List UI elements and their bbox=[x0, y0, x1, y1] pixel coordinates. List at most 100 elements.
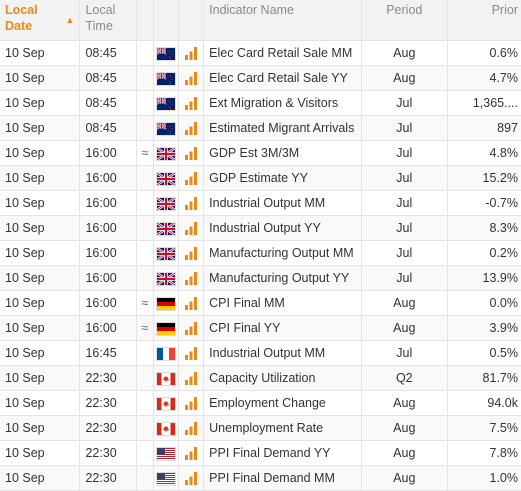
approx-icon: ≈ bbox=[136, 315, 154, 341]
row-indicator-name[interactable]: Elec Card Retail Sale MM bbox=[203, 40, 363, 66]
flag-us-icon bbox=[156, 447, 175, 460]
row-time: 16:00 bbox=[79, 290, 137, 316]
table-row[interactable]: 10 Sep 16:00 ≈ CPI Final MM Aug 0.0% bbox=[0, 290, 521, 316]
flag-uk-icon bbox=[156, 171, 176, 186]
row-indicator-name[interactable]: Elec Card Retail Sale YY bbox=[203, 65, 363, 91]
row-indicator-name[interactable]: Industrial Output MM bbox=[203, 340, 363, 366]
approx-icon bbox=[136, 165, 154, 191]
flag-nz-icon bbox=[156, 97, 175, 110]
row-indicator-name[interactable]: PPI Final Demand YY bbox=[203, 440, 363, 466]
row-time: 22:30 bbox=[79, 465, 137, 491]
row-country-cell bbox=[153, 290, 180, 316]
importance-bars-icon bbox=[185, 46, 198, 61]
table-row[interactable]: 10 Sep 22:30 Unemployment Rate Aug 7.5% bbox=[0, 415, 521, 441]
flag-ca-icon bbox=[156, 422, 175, 435]
importance-bars-icon bbox=[185, 371, 198, 386]
sort-desc-icon[interactable]: ▲ bbox=[66, 12, 75, 28]
row-indicator-name[interactable]: GDP Estimate YY bbox=[203, 165, 363, 191]
table-row[interactable]: 10 Sep 08:45 Elec Card Retail Sale MM Aug 0.… bbox=[0, 40, 521, 66]
importance-bars-icon bbox=[185, 471, 198, 486]
row-period: Jul bbox=[361, 90, 448, 116]
table-row[interactable]: 10 Sep 22:30 Employment Change Aug 94.0k bbox=[0, 390, 521, 416]
importance-bars-icon bbox=[185, 146, 198, 161]
approx-icon bbox=[136, 390, 154, 416]
row-indicator-name[interactable]: Capacity Utilization bbox=[203, 365, 363, 391]
row-time: 08:45 bbox=[79, 90, 137, 116]
row-indicator-name[interactable]: Manufacturing Output MM bbox=[203, 240, 363, 266]
flag-ca-icon bbox=[156, 372, 175, 385]
table-row[interactable]: 10 Sep 08:45 Estimated Migrant Arrivals Jul… bbox=[0, 115, 521, 141]
row-date: 10 Sep bbox=[0, 315, 81, 341]
table-row[interactable]: 10 Sep 16:00 Industrial Output YY Jul 8.3% bbox=[0, 215, 521, 241]
row-country-cell bbox=[153, 215, 180, 241]
importance-bars-icon bbox=[185, 121, 198, 136]
table-row[interactable]: 10 Sep 16:00 Manufacturing Output MM Jul 0.2… bbox=[0, 240, 521, 266]
row-indicator-name[interactable]: Industrial Output YY bbox=[203, 215, 363, 241]
row-indicator-name[interactable]: Industrial Output MM bbox=[203, 190, 363, 216]
table-row[interactable]: 10 Sep 16:00 ≈ GDP Est 3M/3M Jul 4.8% bbox=[0, 140, 521, 166]
importance-bars-icon bbox=[185, 96, 198, 111]
row-date: 10 Sep bbox=[0, 90, 81, 116]
row-importance-cell bbox=[178, 240, 205, 266]
column-header-indicator-name-label: Indicator Name bbox=[209, 3, 294, 17]
row-period: Aug bbox=[361, 315, 448, 341]
approx-icon bbox=[136, 415, 154, 441]
column-header-local-time[interactable]: Local Time bbox=[79, 0, 137, 41]
row-time: 16:00 bbox=[79, 315, 137, 341]
row-country-cell bbox=[153, 115, 180, 141]
column-header-period[interactable]: Period bbox=[361, 0, 448, 41]
row-period: Aug bbox=[361, 290, 448, 316]
row-indicator-name[interactable]: GDP Est 3M/3M bbox=[203, 140, 363, 166]
header-row: ▲ Local Date Local Time Indicator Name P… bbox=[0, 0, 521, 41]
row-prior: 7.5% bbox=[447, 415, 521, 441]
row-prior: 7.8% bbox=[447, 440, 521, 466]
column-header-local-date[interactable]: ▲ Local Date bbox=[0, 0, 81, 41]
row-period: Aug bbox=[361, 40, 448, 66]
row-importance-cell bbox=[178, 315, 205, 341]
row-prior: 897 bbox=[447, 115, 521, 141]
column-header-indicator-name[interactable]: Indicator Name bbox=[203, 0, 363, 41]
row-importance-cell bbox=[178, 415, 205, 441]
importance-bars-icon bbox=[185, 421, 198, 436]
table-row[interactable]: 10 Sep 16:00 ≈ CPI Final YY Aug 3.9% bbox=[0, 315, 521, 341]
table-row[interactable]: 10 Sep 16:00 Manufacturing Output YY Jul 13.… bbox=[0, 265, 521, 291]
column-header-prior[interactable]: Prior bbox=[447, 0, 521, 41]
row-indicator-name[interactable]: Ext Migration & Visitors bbox=[203, 90, 363, 116]
row-date: 10 Sep bbox=[0, 340, 81, 366]
row-indicator-name[interactable]: Unemployment Rate bbox=[203, 415, 363, 441]
table-row[interactable]: 10 Sep 22:30 PPI Final Demand MM Aug 1.0% bbox=[0, 465, 521, 491]
row-indicator-name[interactable]: CPI Final YY bbox=[203, 315, 363, 341]
table-row[interactable]: 10 Sep 16:45 Industrial Output MM Jul 0.5% bbox=[0, 340, 521, 366]
approx-icon bbox=[136, 40, 154, 66]
row-date: 10 Sep bbox=[0, 365, 81, 391]
row-importance-cell bbox=[178, 465, 205, 491]
flag-nz-icon bbox=[156, 47, 175, 60]
table-row[interactable]: 10 Sep 16:00 Industrial Output MM Jul -0.7% bbox=[0, 190, 521, 216]
row-time: 16:45 bbox=[79, 340, 137, 366]
approx-icon bbox=[136, 365, 154, 391]
approx-icon: ≈ bbox=[136, 290, 154, 316]
row-time: 22:30 bbox=[79, 415, 137, 441]
row-time: 22:30 bbox=[79, 440, 137, 466]
row-period: Aug bbox=[361, 390, 448, 416]
row-indicator-name[interactable]: Manufacturing Output YY bbox=[203, 265, 363, 291]
table-row[interactable]: 10 Sep 22:30 PPI Final Demand YY Aug 7.8% bbox=[0, 440, 521, 466]
row-period: Q2 bbox=[361, 365, 448, 391]
table-row[interactable]: 10 Sep 16:00 GDP Estimate YY Jul 15.2% bbox=[0, 165, 521, 191]
row-date: 10 Sep bbox=[0, 440, 81, 466]
row-importance-cell bbox=[178, 115, 205, 141]
row-indicator-name[interactable]: Estimated Migrant Arrivals bbox=[203, 115, 363, 141]
table-row[interactable]: 10 Sep 22:30 Capacity Utilization Q2 81.7% bbox=[0, 365, 521, 391]
row-importance-cell bbox=[178, 165, 205, 191]
row-indicator-name[interactable]: PPI Final Demand MM bbox=[203, 465, 363, 491]
row-indicator-name[interactable]: CPI Final MM bbox=[203, 290, 363, 316]
row-period: Jul bbox=[361, 240, 448, 266]
row-importance-cell bbox=[178, 265, 205, 291]
row-indicator-name[interactable]: Employment Change bbox=[203, 390, 363, 416]
row-date: 10 Sep bbox=[0, 215, 81, 241]
row-period: Jul bbox=[361, 115, 448, 141]
table-row[interactable]: 10 Sep 08:45 Ext Migration & Visitors Jul 1,… bbox=[0, 90, 521, 116]
row-prior: 1,365.... bbox=[447, 90, 521, 116]
table-row[interactable]: 10 Sep 08:45 Elec Card Retail Sale YY Aug 4.… bbox=[0, 65, 521, 91]
row-country-cell bbox=[153, 240, 180, 266]
